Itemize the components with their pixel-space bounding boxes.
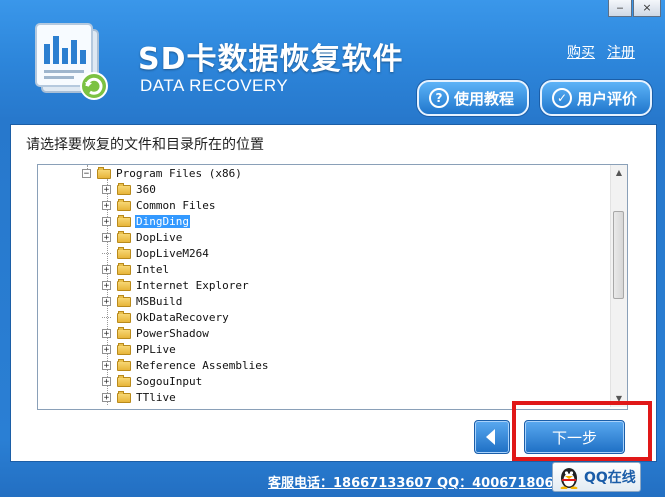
expand-icon[interactable]: +	[102, 280, 111, 290]
tree-label: DingDing	[135, 214, 190, 228]
folder-icon	[117, 215, 131, 227]
tree-row[interactable]: + TTlive	[102, 389, 177, 405]
tree-label: PPLive	[136, 342, 176, 356]
back-button[interactable]	[474, 420, 510, 454]
expand-icon[interactable]: +	[102, 392, 111, 402]
qq-online-button[interactable]: QQ在线	[552, 462, 641, 492]
expand-icon[interactable]: +	[102, 360, 111, 370]
scroll-thumb[interactable]	[613, 211, 624, 299]
folder-open-icon	[97, 167, 111, 179]
contact-info: 客服电话：18667133607 QQ：4006718068	[268, 476, 563, 491]
folder-icon	[117, 343, 131, 355]
buy-link[interactable]: 购买	[567, 42, 595, 62]
close-button[interactable]: ×	[633, 0, 661, 17]
window-controls: ‒ ×	[607, 0, 661, 17]
folder-icon	[117, 231, 131, 243]
tree-row[interactable]: + SogouInput	[102, 373, 203, 389]
tree-row-parent[interactable]: − Program Files (x86)	[82, 165, 243, 181]
tree-row[interactable]: + Intel	[102, 261, 170, 277]
tree-label: MSBuild	[136, 294, 183, 308]
folder-icon	[117, 311, 131, 323]
tree-label: TTlive	[136, 390, 176, 404]
folder-icon	[117, 327, 131, 339]
tutorial-button[interactable]: ? 使用教程	[417, 80, 529, 116]
tree-label: SogouInput	[136, 374, 203, 388]
tree-label: PowerShadow	[136, 326, 209, 340]
folder-icon	[117, 279, 131, 291]
arrow-left-icon	[486, 429, 495, 445]
qq-penguin-icon	[560, 468, 578, 489]
top-links: 购买 注册	[567, 42, 635, 62]
folder-icon	[117, 263, 131, 275]
app-subtitle: DATA RECOVERY	[140, 76, 289, 95]
expand-icon[interactable]: +	[102, 328, 111, 338]
folder-icon	[117, 295, 131, 307]
tree-row[interactable]: + PPLive	[102, 341, 177, 357]
tree-row[interactable]: + Internet Explorer	[102, 277, 250, 293]
app-title: SD卡数据恢复软件	[138, 42, 404, 77]
register-link[interactable]: 注册	[607, 42, 635, 62]
tree-row[interactable]: OkDataRecovery	[102, 309, 230, 325]
vertical-scrollbar[interactable]: ▲ ▼	[610, 165, 627, 407]
app-window: ‒ × SD卡数据恢复软件 DATA RECOVERY 购买 注册 ? 使用教程…	[0, 0, 665, 497]
thumbs-up-icon: ✓	[552, 88, 572, 108]
folder-icon	[117, 359, 131, 371]
folder-tree-list: − Program Files (x86) +360 + Common Files +…	[38, 165, 610, 407]
folder-icon	[117, 183, 131, 195]
folder-icon	[117, 199, 131, 211]
tree-row[interactable]: + PowerShadow	[102, 325, 210, 341]
tree-label: Reference Assemblies	[136, 358, 269, 372]
tree-label: OkDataRecovery	[136, 310, 229, 324]
tree-row[interactable]: +360	[102, 181, 157, 197]
tree-row[interactable]: + Common Files	[102, 197, 216, 213]
tree-label: Common Files	[136, 198, 216, 212]
expand-icon[interactable]: +	[102, 216, 111, 226]
highlight-box	[512, 401, 652, 461]
folder-icon	[117, 247, 131, 259]
scroll-up-icon[interactable]: ▲	[611, 165, 627, 181]
user-review-button[interactable]: ✓ 用户评价	[540, 80, 652, 116]
tree-row[interactable]: + Reference Assemblies	[102, 357, 269, 373]
folder-tree[interactable]: − Program Files (x86) +360 + Common Files +…	[37, 164, 628, 410]
app-logo-icon	[35, 23, 108, 100]
tree-label: 360	[136, 182, 156, 196]
user-review-button-label: 用户评价	[577, 89, 638, 108]
expand-icon[interactable]: +	[102, 232, 111, 242]
folder-icon	[117, 375, 131, 387]
tree-label: DopLive	[136, 230, 183, 244]
tree-label: Internet Explorer	[136, 278, 249, 292]
tree-connector	[102, 252, 111, 254]
minimize-button[interactable]: ‒	[608, 0, 632, 17]
collapse-icon[interactable]: −	[82, 168, 91, 178]
folder-icon	[117, 391, 131, 403]
tree-row[interactable]: + DopLive	[102, 229, 183, 245]
tutorial-button-label: 使用教程	[454, 89, 515, 108]
tree-label: Intel	[136, 262, 170, 276]
expand-icon[interactable]: +	[102, 184, 111, 194]
help-icon: ?	[429, 88, 449, 108]
tree-row[interactable]: DopLiveM264	[102, 245, 210, 261]
tree-row[interactable]: + MSBuild	[102, 293, 183, 309]
expand-icon[interactable]: +	[102, 296, 111, 306]
expand-icon[interactable]: +	[102, 376, 111, 386]
expand-icon[interactable]: +	[102, 344, 111, 354]
tree-row[interactable]: + DingDing	[102, 213, 190, 229]
tree-connector	[102, 316, 111, 318]
location-prompt: 请选择要恢复的文件和目录所在的位置	[26, 137, 264, 153]
expand-icon[interactable]: +	[102, 200, 111, 210]
qq-online-label: QQ在线	[584, 470, 636, 486]
expand-icon[interactable]: +	[102, 264, 111, 274]
tree-label: DopLiveM264	[136, 246, 209, 260]
tree-label: Program Files (x86)	[116, 166, 242, 180]
